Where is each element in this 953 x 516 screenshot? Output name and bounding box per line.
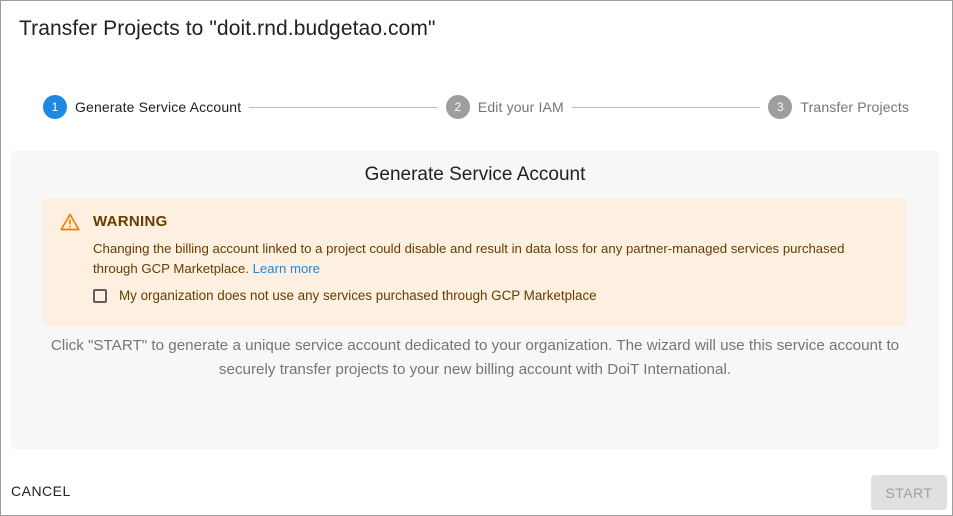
cancel-button[interactable]: CANCEL (11, 483, 71, 499)
marketplace-checkbox-row[interactable]: My organization does not use any service… (93, 288, 597, 303)
step-2: 2 Edit your IAM (445, 95, 564, 119)
step-content-panel: Generate Service Account WARNING Changin… (11, 151, 939, 449)
step-3-number: 3 (768, 95, 793, 119)
stepper: 1 Generate Service Account 2 Edit your I… (43, 94, 909, 120)
marketplace-checkbox[interactable] (93, 288, 107, 303)
start-button[interactable]: START (871, 475, 947, 510)
step-connector (249, 106, 438, 108)
step-connector (571, 106, 761, 108)
start-description: Click "START" to generate a unique servi… (50, 337, 900, 378)
warning-text: Changing the billing account linked to a… (93, 239, 883, 279)
warning-message: Changing the billing account linked to a… (93, 241, 845, 276)
step-1-label: Generate Service Account (75, 99, 242, 115)
step-3: 3 Transfer Projects (768, 95, 909, 119)
dialog-title: Transfer Projects to "doit.rnd.budgetao.… (19, 17, 436, 40)
transfer-projects-dialog: Transfer Projects to "doit.rnd.budgetao.… (0, 0, 953, 516)
warning-alert: WARNING Changing the billing account lin… (43, 198, 907, 326)
step-1-number: 1 (43, 95, 67, 119)
step-3-label: Transfer Projects (800, 99, 910, 115)
warning-title: WARNING (93, 213, 168, 230)
learn-more-link[interactable]: Learn more (253, 261, 320, 276)
step-2-label: Edit your IAM (477, 99, 564, 115)
step-2-number: 2 (445, 95, 470, 119)
marketplace-checkbox-label[interactable]: My organization does not use any service… (119, 288, 597, 303)
step-1: 1 Generate Service Account (43, 95, 241, 119)
warning-triangle-icon (60, 213, 80, 231)
panel-title: Generate Service Account (364, 164, 586, 185)
